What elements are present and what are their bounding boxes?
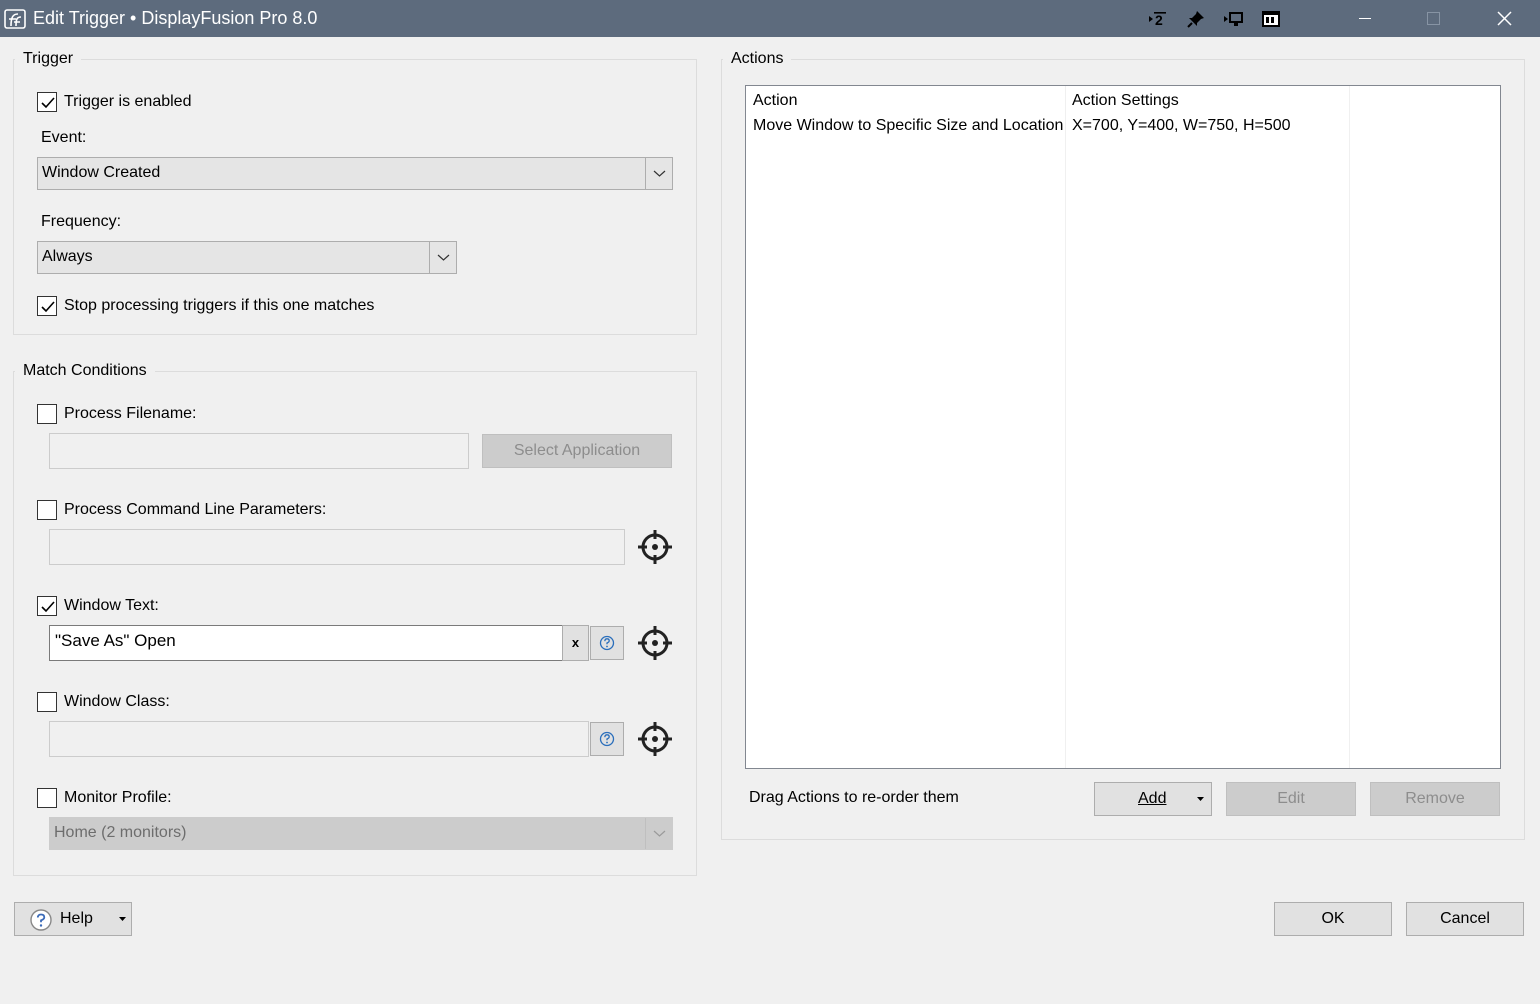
trigger-enabled-label[interactable]: Trigger is enabled bbox=[64, 92, 191, 112]
monitor-arrow-icon[interactable] bbox=[1222, 8, 1244, 30]
event-dropdown-value: Window Created bbox=[42, 164, 161, 181]
cmdline-input[interactable] bbox=[49, 529, 625, 565]
action-cell: Move Window to Specific Size and Locatio… bbox=[753, 117, 1064, 134]
stop-processing-checkbox[interactable] bbox=[37, 296, 57, 316]
window-title: Edit Trigger • DisplayFusion Pro 8.0 bbox=[33, 8, 318, 28]
stop-processing-label[interactable]: Stop processing triggers if this one mat… bbox=[64, 296, 374, 316]
monitor-profile-label[interactable]: Monitor Profile: bbox=[64, 788, 172, 808]
dropdown-arrow-icon bbox=[1197, 797, 1204, 801]
frequency-dropdown[interactable]: Always bbox=[37, 241, 457, 274]
question-icon bbox=[599, 731, 615, 747]
window-text-input[interactable]: "Save As" Open bbox=[49, 625, 563, 661]
help-label: Help bbox=[60, 910, 93, 927]
checkmark-icon bbox=[41, 301, 55, 313]
pin-icon[interactable] bbox=[1185, 8, 1207, 30]
close-button[interactable] bbox=[1470, 0, 1540, 37]
window-text-help-button[interactable] bbox=[590, 626, 624, 660]
window-class-help-button[interactable] bbox=[590, 722, 624, 756]
checkmark-icon bbox=[41, 97, 55, 109]
monitor-config-icon[interactable] bbox=[1260, 8, 1282, 30]
chevron-down-icon bbox=[653, 830, 666, 837]
column-header-action-settings[interactable]: Action Settings bbox=[1072, 92, 1179, 110]
title-bar: Edit Trigger • DisplayFusion Pro 8.0 2 bbox=[0, 0, 1540, 37]
remove-action-button[interactable]: Remove bbox=[1370, 782, 1500, 816]
cancel-button[interactable]: Cancel bbox=[1406, 902, 1524, 936]
crosshair-picker-icon[interactable] bbox=[637, 529, 673, 565]
table-row[interactable]: Move Window to Specific Size and Locatio… bbox=[746, 114, 1500, 138]
dropdown-arrow-icon bbox=[119, 917, 126, 921]
move-to-next-monitor-icon[interactable]: 2 bbox=[1147, 8, 1169, 30]
reorder-hint: Drag Actions to re-order them bbox=[749, 789, 959, 806]
actions-list[interactable]: Action Action Settings Move Window to Sp… bbox=[745, 85, 1501, 769]
add-action-button[interactable]: Add bbox=[1094, 782, 1212, 816]
monitor-profile-dropdown[interactable]: Home (2 monitors) bbox=[49, 817, 673, 850]
window-class-input[interactable] bbox=[49, 721, 589, 757]
chevron-down-icon bbox=[653, 170, 666, 177]
monitor-profile-dropdown-arrow[interactable] bbox=[645, 818, 672, 849]
chevron-down-icon bbox=[437, 254, 450, 261]
select-application-button[interactable]: Select Application bbox=[482, 434, 672, 468]
process-filename-checkbox[interactable] bbox=[37, 404, 57, 424]
ok-button[interactable]: OK bbox=[1274, 902, 1392, 936]
window-text-value: "Save As" Open bbox=[55, 631, 176, 650]
match-conditions-group-label: Match Conditions bbox=[15, 361, 155, 381]
window-class-checkbox[interactable] bbox=[37, 692, 57, 712]
column-divider bbox=[1065, 86, 1066, 768]
column-header-action[interactable]: Action bbox=[753, 92, 797, 110]
cmdline-checkbox[interactable] bbox=[37, 500, 57, 520]
question-icon bbox=[599, 635, 615, 651]
add-action-label: Add bbox=[1138, 790, 1167, 807]
trigger-group-label: Trigger bbox=[15, 49, 82, 69]
help-icon bbox=[30, 909, 52, 931]
trigger-enabled-checkbox[interactable] bbox=[37, 92, 57, 112]
displayfusion-app-icon bbox=[4, 9, 26, 29]
event-dropdown[interactable]: Window Created bbox=[37, 157, 673, 190]
monitor-profile-checkbox[interactable] bbox=[37, 788, 57, 808]
crosshair-picker-icon[interactable] bbox=[637, 625, 673, 661]
maximize-button bbox=[1427, 12, 1440, 25]
checkmark-icon bbox=[41, 601, 55, 613]
minimize-button[interactable] bbox=[1330, 0, 1400, 37]
frequency-dropdown-value: Always bbox=[42, 248, 93, 265]
help-button[interactable]: Help bbox=[14, 902, 132, 936]
event-dropdown-arrow[interactable] bbox=[645, 158, 672, 189]
window-text-label[interactable]: Window Text: bbox=[64, 596, 159, 616]
edit-action-button[interactable]: Edit bbox=[1226, 782, 1356, 816]
clear-window-text-button[interactable]: x bbox=[562, 625, 589, 661]
window-class-label[interactable]: Window Class: bbox=[64, 692, 170, 712]
frequency-label: Frequency: bbox=[41, 213, 122, 230]
column-divider bbox=[1349, 86, 1350, 768]
monitor-profile-value: Home (2 monitors) bbox=[54, 824, 187, 841]
process-filename-label[interactable]: Process Filename: bbox=[64, 404, 197, 424]
crosshair-picker-icon[interactable] bbox=[637, 721, 673, 757]
svg-text:2: 2 bbox=[1155, 12, 1163, 28]
cmdline-label[interactable]: Process Command Line Parameters: bbox=[64, 500, 326, 520]
window-text-checkbox[interactable] bbox=[37, 596, 57, 616]
process-filename-input[interactable] bbox=[49, 433, 469, 469]
action-settings-cell: X=700, Y=400, W=750, H=500 bbox=[1072, 117, 1291, 134]
actions-group-label: Actions bbox=[723, 49, 792, 69]
frequency-dropdown-arrow[interactable] bbox=[429, 242, 456, 273]
event-label: Event: bbox=[41, 129, 87, 146]
